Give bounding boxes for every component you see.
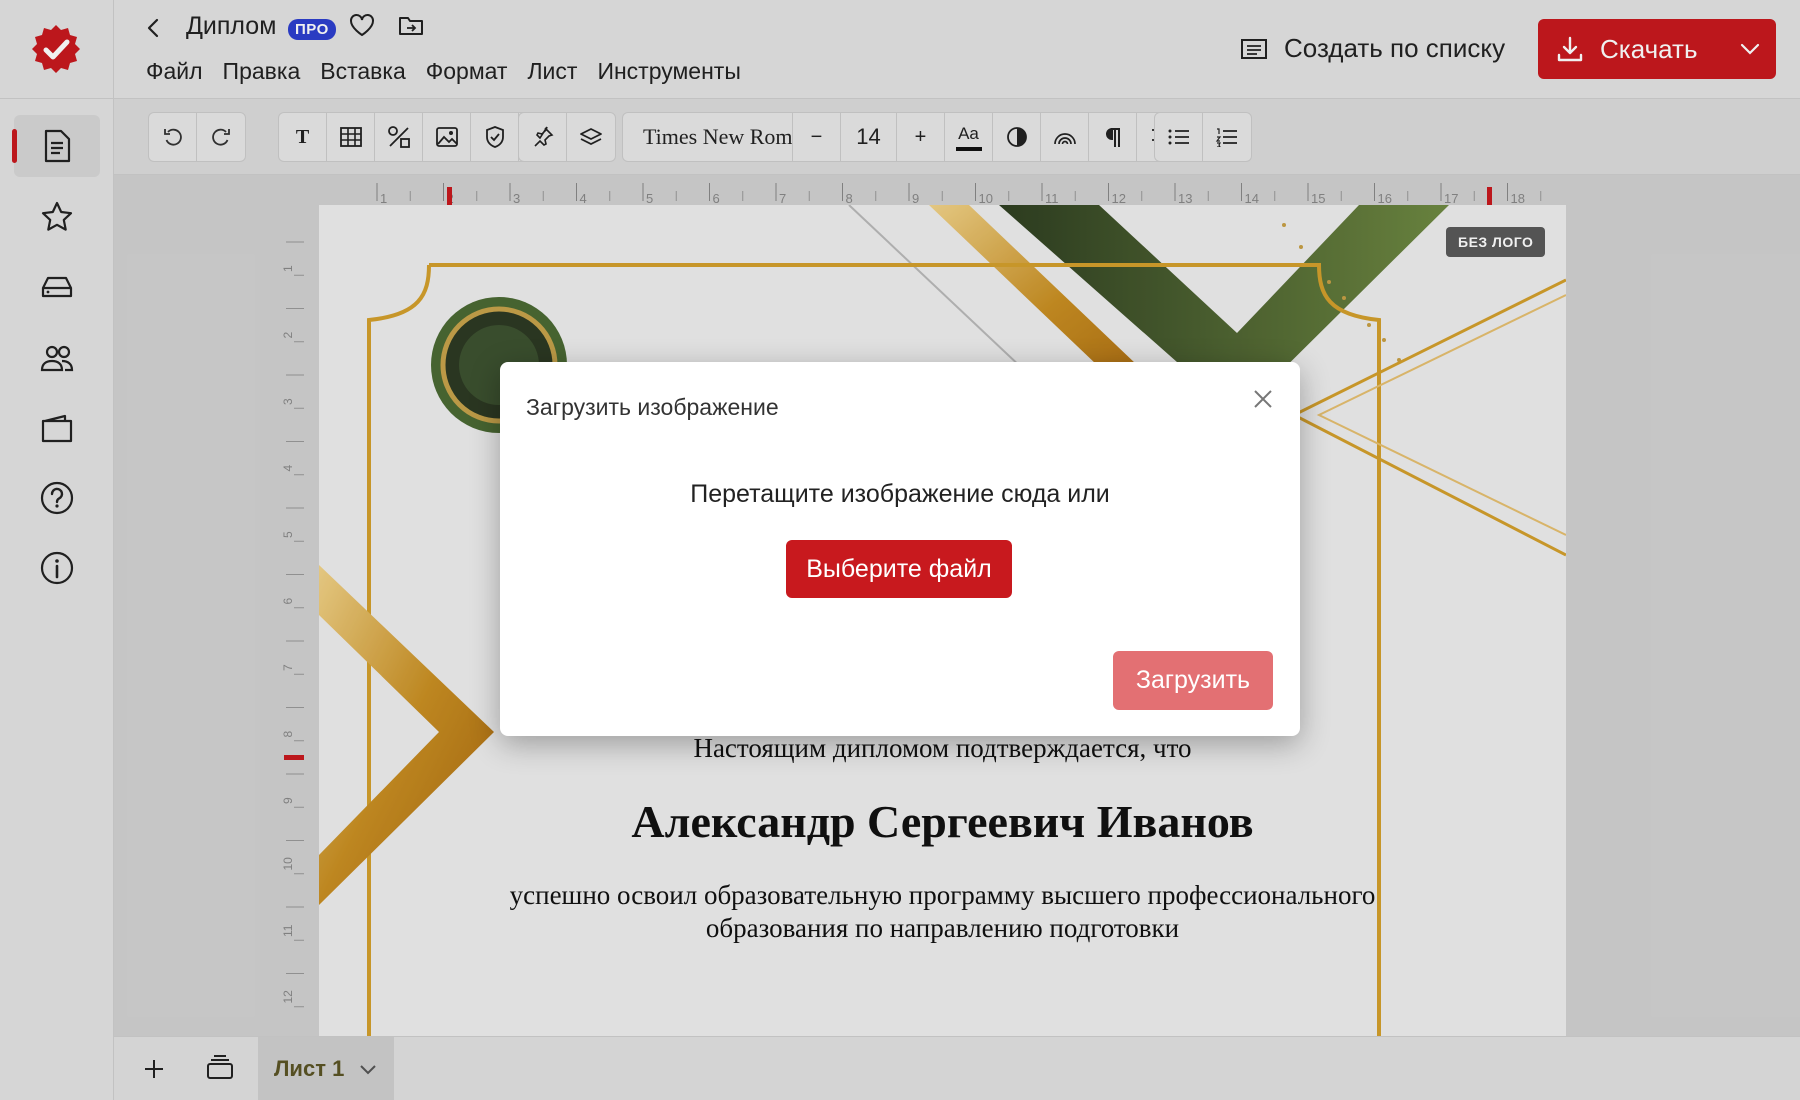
drop-zone-text[interactable]: Перетащите изображение сюда или (500, 480, 1300, 509)
choose-file-button[interactable]: Выберите файл (786, 540, 1012, 598)
upload-button[interactable]: Загрузить (1113, 651, 1273, 710)
upload-image-dialog: Загрузить изображение Перетащите изображ… (500, 362, 1300, 736)
close-icon[interactable] (1252, 388, 1274, 410)
dialog-title: Загрузить изображение (526, 394, 779, 420)
